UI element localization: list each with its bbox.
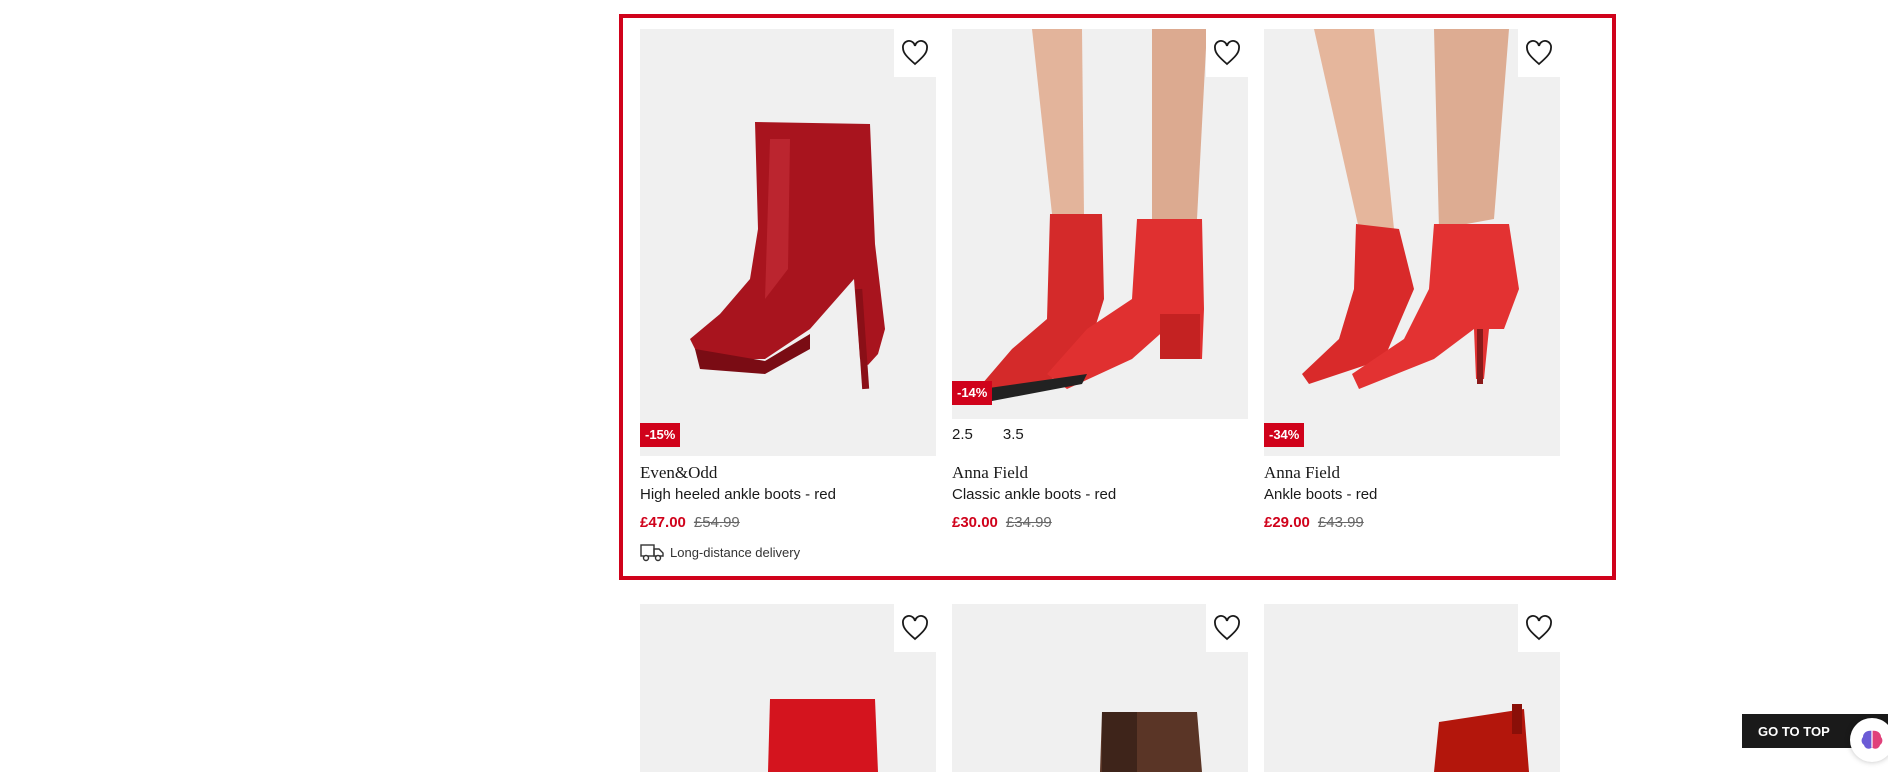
price-original: £54.99	[693, 514, 740, 531]
wishlist-button[interactable]	[1518, 29, 1560, 77]
product-card[interactable]	[952, 604, 1248, 772]
product-brand: Anna Field	[1264, 463, 1341, 482]
heart-icon	[902, 40, 928, 66]
product-image[interactable]: -15%	[640, 29, 936, 456]
red-chelsea-boot-image	[1434, 704, 1529, 772]
product-price: £47.00 £54.99	[640, 514, 740, 531]
wishlist-button[interactable]	[1206, 604, 1248, 652]
discount-badge: -34%	[1264, 423, 1305, 447]
product-image[interactable]	[1264, 604, 1560, 772]
red-suede-stiletto-boots-image	[1302, 29, 1519, 389]
product-name: Classic ankle boots - red	[952, 486, 1117, 503]
red-patent-boot-image	[690, 122, 885, 390]
heart-icon	[1214, 40, 1240, 66]
price-original: £43.99	[1317, 514, 1364, 531]
product-price: £29.00 £43.99	[1264, 514, 1364, 531]
wishlist-button[interactable]	[1518, 604, 1560, 652]
delivery-truck-icon	[640, 544, 664, 562]
heart-icon	[1526, 40, 1552, 66]
product-card[interactable]	[1264, 604, 1560, 772]
size-list: 2.5 3.5	[952, 426, 1054, 443]
wishlist-button[interactable]	[894, 29, 936, 77]
product-image[interactable]	[640, 604, 936, 772]
heart-icon	[1526, 615, 1552, 641]
price-original: £34.99	[1005, 514, 1052, 531]
assistant-button[interactable]	[1850, 718, 1888, 762]
product-image[interactable]: -14%	[952, 29, 1248, 419]
brain-icon	[1861, 730, 1883, 749]
heart-icon	[902, 615, 928, 641]
brown-boot-image	[1100, 712, 1202, 772]
delivery-info: Long-distance delivery	[640, 541, 800, 563]
red-suede-block-boots-image	[982, 29, 1207, 401]
product-brand: Anna Field	[952, 463, 1029, 482]
product-card[interactable]	[640, 604, 936, 772]
product-name: High heeled ankle boots - red	[640, 486, 836, 503]
product-card[interactable]: -34% Anna Field Ankle boots - red £29.00…	[1264, 29, 1560, 549]
product-brand: Even&Odd	[640, 463, 718, 482]
price-current: £30.00	[952, 514, 998, 531]
product-card[interactable]: -14% 2.5 3.5 Anna Field Classic ankle boo…	[952, 29, 1248, 549]
size-option[interactable]: 2.5	[952, 426, 973, 443]
delivery-label: Long-distance delivery	[670, 544, 801, 560]
go-to-top-label: GO TO TOP	[1758, 723, 1830, 739]
heart-icon	[1214, 615, 1240, 641]
discount-badge: -15%	[640, 423, 681, 447]
product-image[interactable]	[952, 604, 1248, 772]
wishlist-button[interactable]	[1206, 29, 1248, 77]
product-image[interactable]: -34%	[1264, 29, 1560, 456]
product-card[interactable]: -15% Even&Odd High heeled ankle boots - …	[640, 29, 936, 569]
discount-badge: -14%	[952, 381, 993, 405]
price-current: £47.00	[640, 514, 686, 531]
price-current: £29.00	[1264, 514, 1310, 531]
red-boot-image	[768, 699, 878, 772]
size-option[interactable]: 3.5	[1003, 426, 1024, 443]
wishlist-button[interactable]	[894, 604, 936, 652]
product-name: Ankle boots - red	[1264, 486, 1378, 503]
product-price: £30.00 £34.99	[952, 514, 1052, 531]
